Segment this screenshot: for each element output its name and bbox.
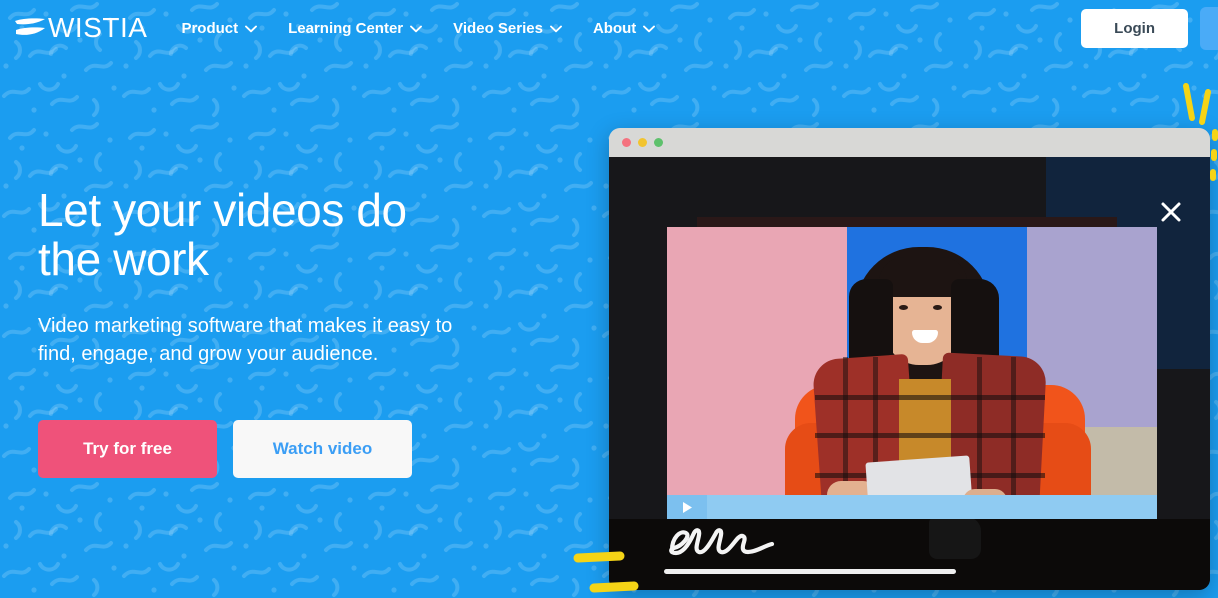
nav-item-about[interactable]: About — [592, 19, 656, 37]
wistia-logo[interactable]: WISTIA — [14, 14, 147, 42]
wistia-logo-text: WISTIA — [48, 12, 148, 43]
play-triangle-icon — [682, 501, 693, 514]
nav-item-learning-center[interactable]: Learning Center — [288, 19, 423, 37]
try-for-free-button[interactable]: Try for free — [38, 420, 217, 479]
browser-window-mockup — [609, 128, 1210, 590]
chevron-down-icon — [643, 21, 656, 36]
watch-video-button[interactable]: Watch video — [233, 420, 412, 479]
nav-item-learning-center-label: Learning Center — [288, 19, 404, 37]
browser-titlebar — [609, 128, 1210, 157]
signup-button[interactable] — [1200, 6, 1218, 50]
top-navigation-bar: WISTIA Product Learning Center Video Ser… — [0, 0, 1218, 56]
plaid-stripe — [977, 357, 982, 507]
nav-actions: Login — [1081, 6, 1218, 50]
video-controls-bar[interactable] — [667, 495, 1157, 519]
nav-item-video-series[interactable]: Video Series — [453, 21, 562, 36]
traffic-light-close-icon[interactable] — [622, 138, 631, 147]
hero-cta-row: Try for free Watch video — [38, 420, 558, 479]
chevron-down-icon — [410, 21, 423, 36]
nav-links: Product Learning Center Video Series Abo… — [181, 19, 656, 37]
traffic-light-maximize-icon[interactable] — [654, 138, 663, 147]
signature-block — [664, 524, 964, 574]
chevron-down-icon — [549, 21, 562, 36]
play-button[interactable] — [667, 495, 707, 519]
nav-item-video-series-label: Video Series — [453, 19, 543, 37]
page-title: Let your videos do the work — [38, 184, 407, 285]
nav-item-product[interactable]: Product — [181, 19, 258, 37]
chevron-down-icon — [245, 21, 258, 36]
nav-item-about-label: About — [592, 19, 637, 37]
plaid-stripe — [1011, 357, 1016, 507]
traffic-light-minimize-icon[interactable] — [638, 138, 647, 147]
close-button[interactable] — [1156, 199, 1186, 229]
close-x-icon — [1159, 200, 1183, 229]
ellen-signature — [664, 524, 964, 560]
hero-subtitle: Video marketing software that makes it e… — [38, 314, 453, 365]
nav-item-product-label: Product — [181, 19, 239, 37]
person-eye-left — [899, 305, 908, 310]
person-eye-right — [933, 305, 942, 310]
login-button[interactable]: Login — [1081, 8, 1188, 48]
signature-underline — [664, 569, 956, 574]
wistia-wave-logo-icon — [14, 17, 46, 39]
hero-copy: Let your videos do the work Video market… — [38, 184, 558, 479]
browser-content-area — [609, 157, 1210, 590]
video-player-frame[interactable] — [667, 227, 1157, 507]
